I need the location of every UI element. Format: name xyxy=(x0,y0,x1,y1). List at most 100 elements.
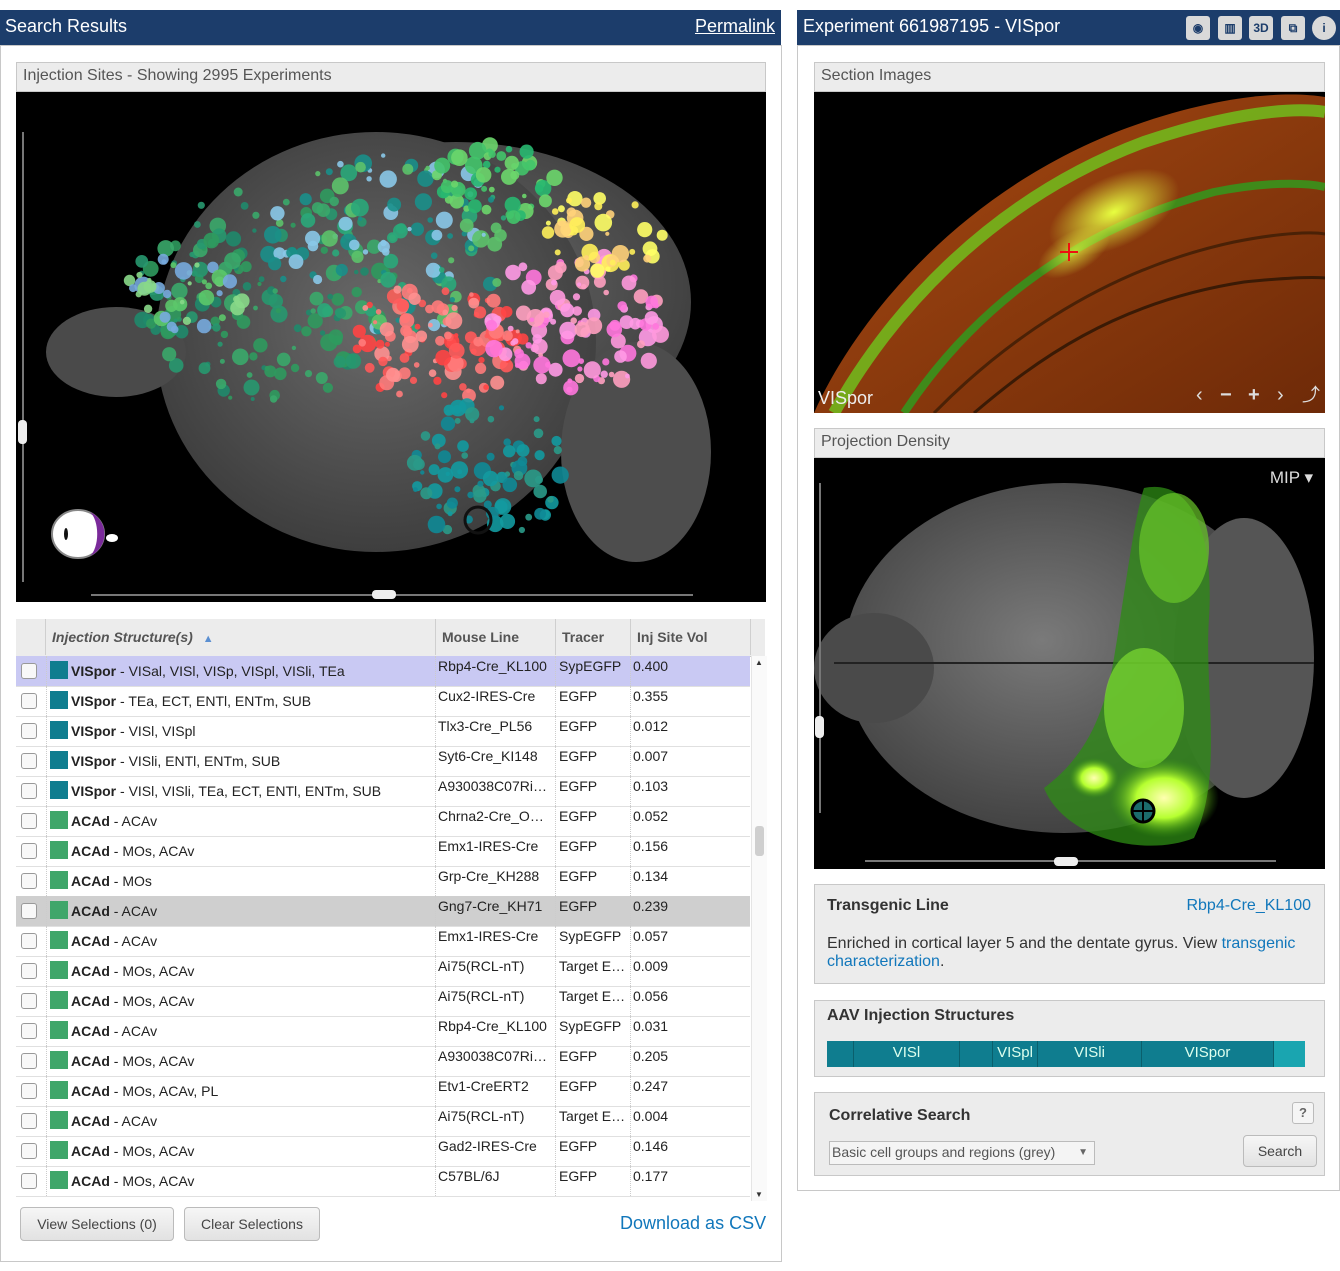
injection-dot[interactable] xyxy=(461,452,469,459)
row-checkbox[interactable] xyxy=(21,1083,37,1099)
injection-dot[interactable] xyxy=(136,271,143,279)
row-checkbox[interactable] xyxy=(21,1173,37,1189)
injection-dot[interactable] xyxy=(551,279,557,286)
injection-site-viewer[interactable] xyxy=(16,92,766,602)
injection-dot[interactable] xyxy=(532,334,542,344)
table-row[interactable]: ACAd - ACAv Emx1-IRES-Cre SypEGFP 0.057 xyxy=(16,926,750,957)
injection-dot[interactable] xyxy=(594,202,603,211)
table-row[interactable]: ACAd - MOs, ACAv A930038C07Ri… EGFP 0.205 xyxy=(16,1046,750,1077)
injection-dot[interactable] xyxy=(451,149,468,166)
injection-dot[interactable] xyxy=(234,293,250,309)
column-header-mouse-line[interactable]: Mouse Line xyxy=(436,619,556,655)
injection-dot[interactable] xyxy=(275,308,281,314)
injection-dot[interactable] xyxy=(494,166,501,173)
row-checkbox[interactable] xyxy=(21,843,37,859)
injection-dot[interactable] xyxy=(319,330,326,336)
injection-dot[interactable] xyxy=(435,335,445,346)
injection-dot[interactable] xyxy=(316,203,331,217)
injection-dot[interactable] xyxy=(417,170,434,187)
injection-dot[interactable] xyxy=(290,363,300,373)
table-row[interactable]: ACAd - ACAv Gng7-Cre_KH71 EGFP 0.239 xyxy=(16,896,750,927)
injection-dot[interactable] xyxy=(572,293,581,301)
injection-dot[interactable] xyxy=(602,358,610,366)
table-row[interactable]: VISpor - VISli, ENTl, ENTm, SUB Syt6-Cre_… xyxy=(16,746,750,777)
injection-dot[interactable] xyxy=(288,254,304,269)
table-row[interactable]: VISpor - VISl, VISli, TEa, ECT, ENTl, EN… xyxy=(16,776,750,807)
injection-dot[interactable] xyxy=(264,365,270,371)
injection-brain-svg[interactable] xyxy=(16,92,766,602)
injection-dot[interactable] xyxy=(481,232,486,237)
aav-segment-visl[interactable]: VISl xyxy=(854,1041,960,1067)
injection-dot[interactable] xyxy=(473,336,484,347)
row-checkbox[interactable] xyxy=(21,753,37,769)
injection-dot[interactable] xyxy=(514,363,520,368)
injection-dot[interactable] xyxy=(464,187,478,200)
view-orientation-eye-icon[interactable] xyxy=(46,504,126,564)
row-checkbox[interactable] xyxy=(21,993,37,1009)
injection-dot[interactable] xyxy=(320,246,328,254)
injection-dot[interactable] xyxy=(499,513,516,529)
injection-dot[interactable] xyxy=(457,440,469,452)
injection-dot[interactable] xyxy=(502,477,518,493)
injection-dot[interactable] xyxy=(485,319,498,332)
injection-dot[interactable] xyxy=(420,470,425,475)
injection-dot[interactable] xyxy=(399,353,410,363)
injection-dot[interactable] xyxy=(516,444,530,457)
injection-dot[interactable] xyxy=(435,211,453,229)
injection-dot[interactable] xyxy=(293,324,302,333)
injection-dot[interactable] xyxy=(557,205,565,213)
injection-dot[interactable] xyxy=(163,289,172,299)
injection-dot[interactable] xyxy=(268,294,283,309)
injection-dot[interactable] xyxy=(566,197,572,204)
injection-dot[interactable] xyxy=(590,263,605,278)
injection-dot[interactable] xyxy=(440,416,456,431)
injection-dot[interactable] xyxy=(580,197,592,208)
injection-dot[interactable] xyxy=(409,376,418,384)
injection-dot[interactable] xyxy=(512,338,519,345)
injection-dot[interactable] xyxy=(253,338,268,353)
injection-dot[interactable] xyxy=(551,466,569,484)
injection-dot[interactable] xyxy=(335,263,348,277)
injection-dot[interactable] xyxy=(503,445,516,458)
injection-dot[interactable] xyxy=(430,252,438,259)
injection-dot[interactable] xyxy=(399,313,415,329)
injection-dot[interactable] xyxy=(329,196,340,207)
injection-dot[interactable] xyxy=(276,352,291,367)
injection-dot[interactable] xyxy=(252,211,260,219)
injection-dot[interactable] xyxy=(420,431,431,441)
injection-dot[interactable] xyxy=(420,487,433,500)
row-checkbox[interactable] xyxy=(21,903,37,919)
injection-dot[interactable] xyxy=(554,249,561,256)
injection-dot[interactable] xyxy=(383,253,399,269)
injection-dot[interactable] xyxy=(490,375,505,390)
injection-dot[interactable] xyxy=(219,358,225,364)
injection-dot[interactable] xyxy=(504,155,519,171)
injection-dot[interactable] xyxy=(313,274,323,285)
injection-dot[interactable] xyxy=(549,289,566,306)
injection-dot[interactable] xyxy=(366,176,372,182)
injection-dot[interactable] xyxy=(332,249,340,257)
injection-dot[interactable] xyxy=(413,487,418,492)
injection-dot[interactable] xyxy=(469,292,474,297)
injection-dot[interactable] xyxy=(393,223,408,239)
injection-dot[interactable] xyxy=(507,325,514,332)
injection-dot[interactable] xyxy=(216,290,223,297)
injection-dot[interactable] xyxy=(310,308,316,314)
injection-dot[interactable] xyxy=(351,286,362,298)
injection-dot[interactable] xyxy=(652,323,660,330)
injection-dot[interactable] xyxy=(533,484,547,499)
injection-dot[interactable] xyxy=(488,150,496,158)
table-row[interactable]: ACAd - MOs Grp-Cre_KH288 EGFP 0.134 xyxy=(16,866,750,897)
injection-dot[interactable] xyxy=(454,333,459,338)
injection-dot[interactable] xyxy=(354,269,359,275)
zoom-slider-track[interactable] xyxy=(22,132,24,582)
rotate-slider-handle[interactable] xyxy=(372,590,396,599)
injection-dot[interactable] xyxy=(315,372,328,384)
injection-dot[interactable] xyxy=(505,264,521,281)
section-image-viewer[interactable]: VISpor ‹ − + › ⤴ xyxy=(814,92,1325,413)
table-row[interactable]: ACAd - MOs, ACAv Gad2-IRES-Cre EGFP 0.146 xyxy=(16,1136,750,1167)
injection-dot[interactable] xyxy=(581,243,599,261)
injection-dot[interactable] xyxy=(252,228,257,233)
injection-dot[interactable] xyxy=(375,309,382,315)
injection-dot[interactable] xyxy=(469,418,475,424)
